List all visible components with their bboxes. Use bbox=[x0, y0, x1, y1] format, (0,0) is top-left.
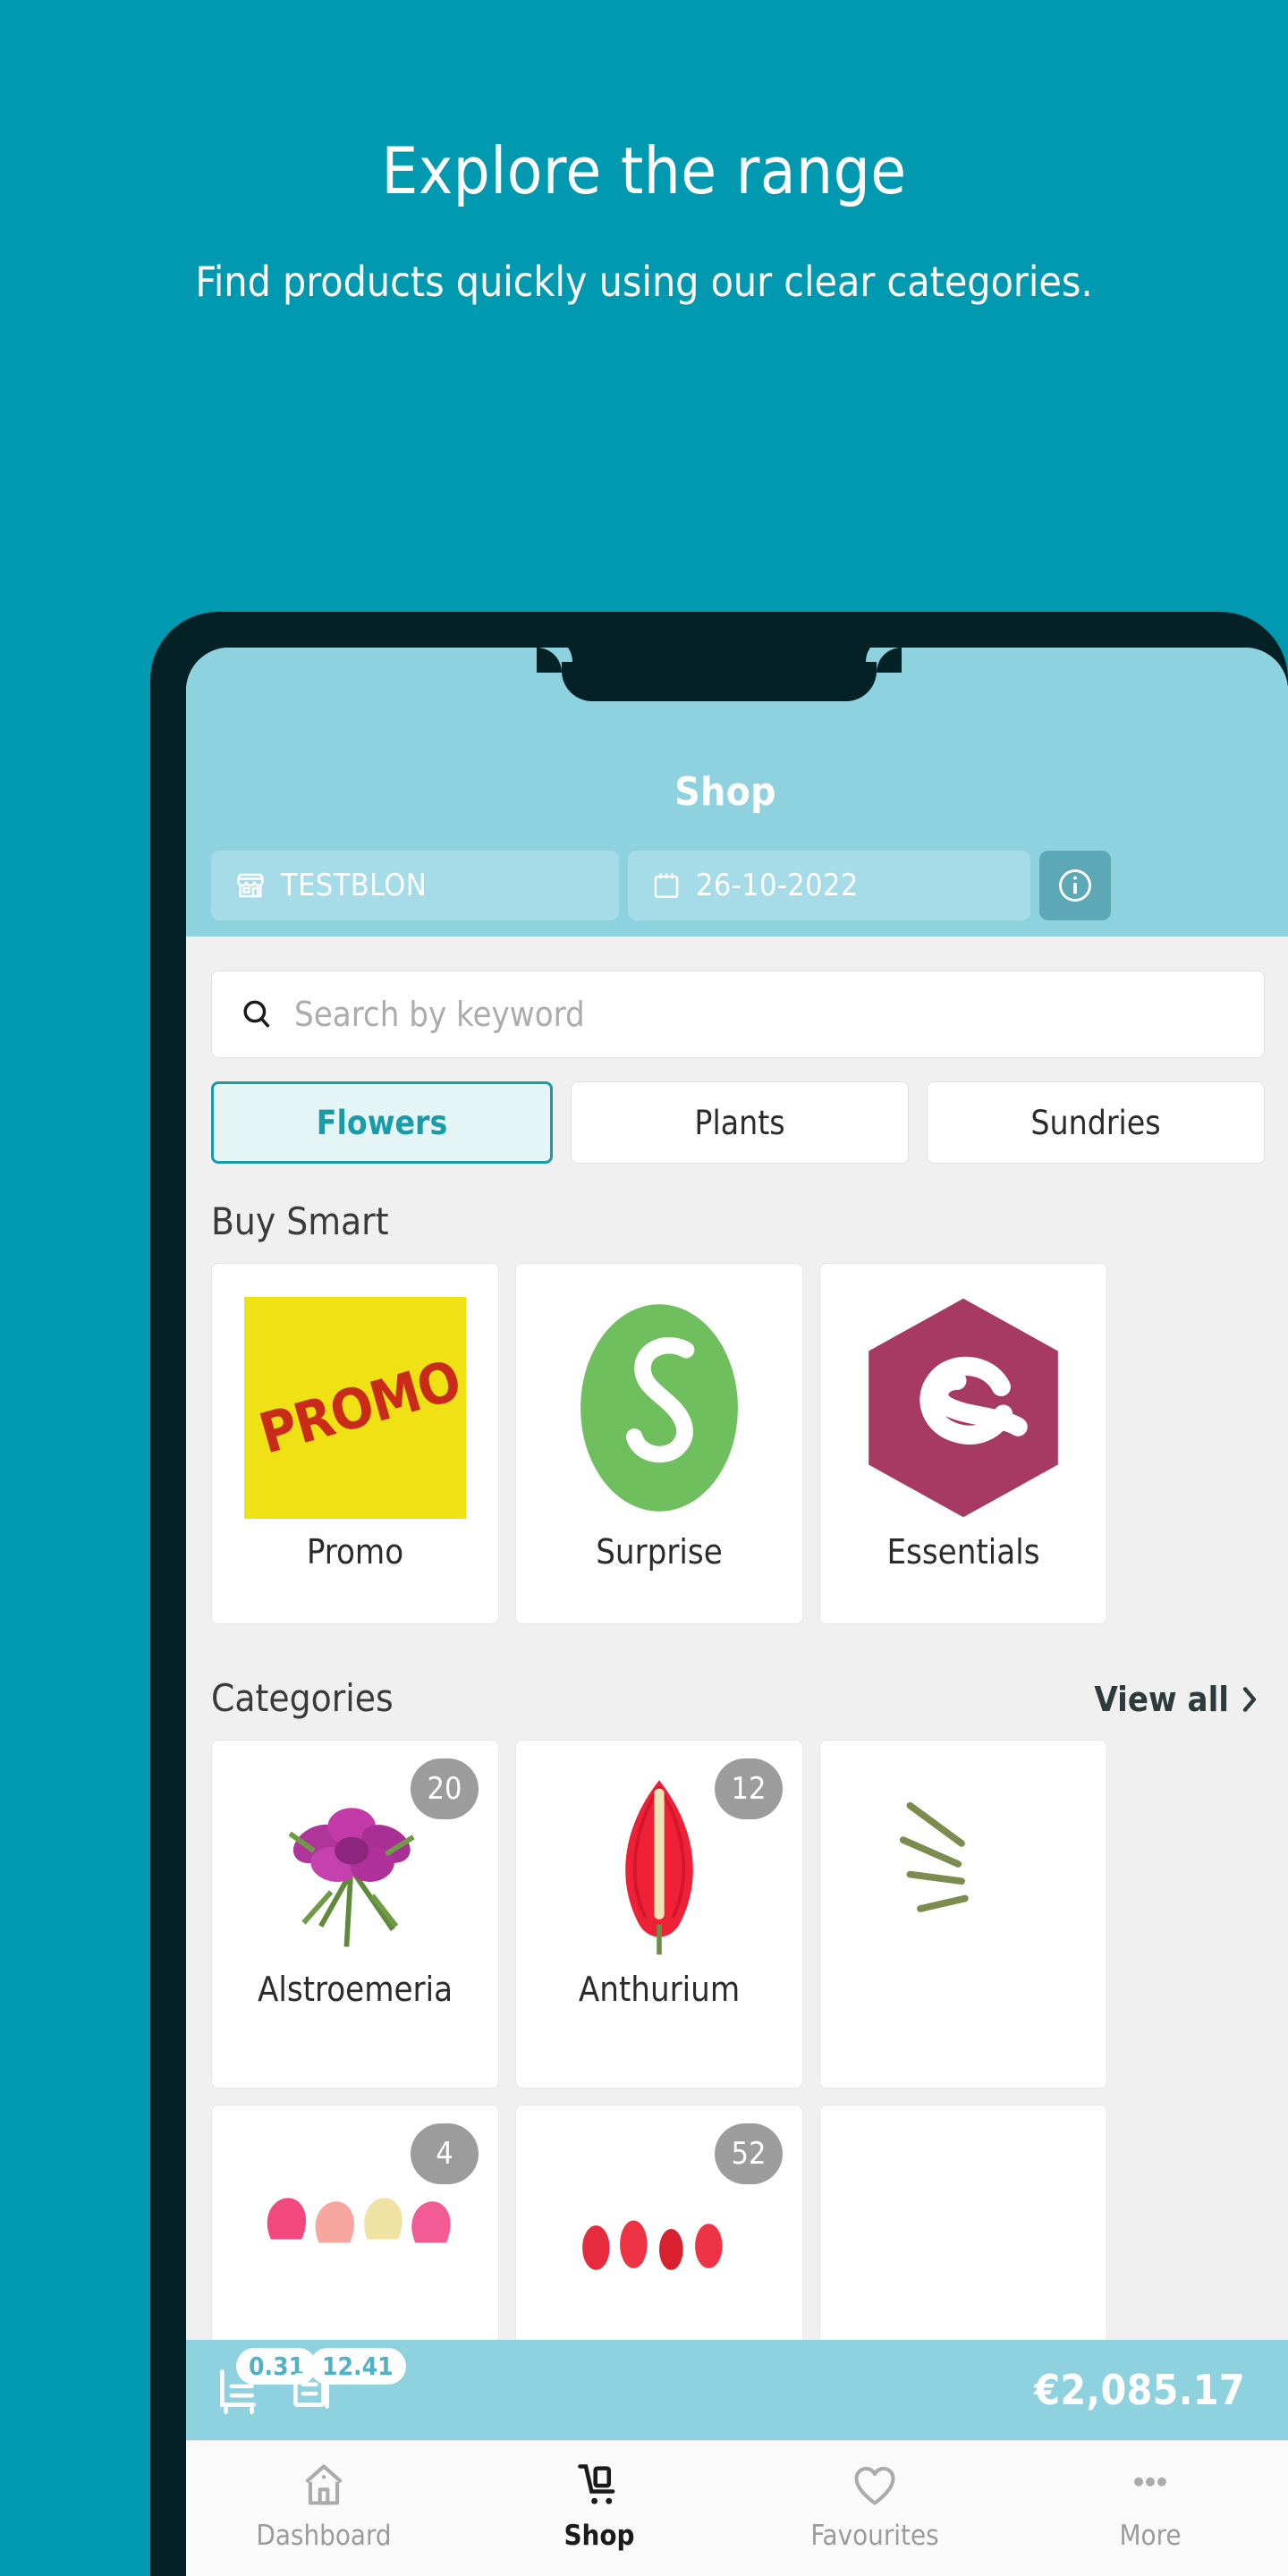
context-info-bar: TESTBLON 26-10-2022 bbox=[186, 851, 1288, 920]
category-card[interactable]: 12 Anthurium bbox=[515, 1740, 803, 2089]
search-icon bbox=[239, 996, 275, 1032]
promo-artwork: PROMO bbox=[244, 1287, 466, 1529]
search-section: Search by keyword bbox=[186, 936, 1288, 1058]
promo-tile-icon: PROMO bbox=[244, 1297, 466, 1519]
phone-notch bbox=[537, 648, 902, 701]
cart-total: €2,085.17 bbox=[1034, 2366, 1245, 2414]
category-type-tabs: Flowers Plants Sundries bbox=[186, 1058, 1288, 1164]
surprise-logo-icon bbox=[553, 1296, 766, 1520]
category-card[interactable] bbox=[819, 1740, 1107, 2089]
tab-sundries[interactable]: Sundries bbox=[927, 1081, 1265, 1164]
phone-frame: Shop TESTBLON 26-10-2022 Search by keywo… bbox=[150, 612, 1288, 2576]
nav-item-more[interactable]: More bbox=[1013, 2461, 1288, 2552]
buy-smart-header: Buy Smart bbox=[186, 1164, 1288, 1243]
cart-summary-bar[interactable]: 0.31 12.41 €2,085.17 bbox=[186, 2340, 1288, 2440]
phone-mockup: Shop TESTBLON 26-10-2022 Search by keywo… bbox=[150, 612, 1288, 2576]
greenery-photo bbox=[820, 1741, 1106, 1964]
buy-smart-card-surprise[interactable]: Surprise bbox=[515, 1263, 803, 1624]
storefront-icon bbox=[234, 869, 267, 902]
selected-date: 26-10-2022 bbox=[696, 868, 859, 903]
cart-icon bbox=[574, 2461, 624, 2511]
buy-smart-card-promo[interactable]: PROMO Promo bbox=[211, 1263, 499, 1624]
store-name: TESTBLON bbox=[281, 868, 428, 903]
view-all-link[interactable]: View all bbox=[1094, 1680, 1261, 1719]
buy-smart-card-essentials[interactable]: Essentials bbox=[819, 1263, 1107, 1624]
store-selector[interactable]: TESTBLON bbox=[211, 851, 619, 920]
phone-screen: Shop TESTBLON 26-10-2022 Search by keywo… bbox=[186, 648, 1288, 2576]
tab-plants[interactable]: Plants bbox=[571, 1081, 909, 1164]
category-count-badge: 4 bbox=[411, 2123, 479, 2184]
date-selector[interactable]: 26-10-2022 bbox=[628, 851, 1030, 920]
app-content: Search by keyword Flowers Plants Sundrie… bbox=[186, 936, 1288, 2457]
essentials-artwork bbox=[852, 1287, 1075, 1529]
category-count-badge: 20 bbox=[411, 1758, 479, 1819]
tab-flowers[interactable]: Flowers bbox=[211, 1081, 553, 1164]
cart-stats: 0.31 12.41 bbox=[211, 2348, 406, 2416]
info-circle-icon bbox=[1055, 866, 1095, 905]
buy-smart-carousel[interactable]: PROMO Promo Surprise Essentials bbox=[186, 1243, 1288, 1624]
category-count-badge: 12 bbox=[715, 1758, 783, 1819]
bottom-navigation: Dashboard Shop Favourites More bbox=[186, 2440, 1288, 2576]
category-card[interactable]: 20 Alstroemeria bbox=[211, 1740, 499, 2089]
promo-headline: Explore the range bbox=[381, 133, 907, 208]
nav-item-favourites[interactable]: Favourites bbox=[737, 2461, 1013, 2552]
buy-smart-label: Surprise bbox=[596, 1532, 723, 1572]
category-name: Anthurium bbox=[578, 1970, 741, 2009]
ellipsis-icon bbox=[1125, 2461, 1175, 2511]
calendar-icon bbox=[651, 870, 682, 901]
chevron-right-icon bbox=[1238, 1686, 1261, 1713]
categories-title: Categories bbox=[211, 1676, 394, 1720]
search-placeholder: Search by keyword bbox=[294, 995, 585, 1034]
nav-label: Shop bbox=[564, 2520, 635, 2552]
view-all-label: View all bbox=[1094, 1680, 1229, 1719]
promo-subhead: Find products quickly using our clear ca… bbox=[195, 257, 1093, 306]
buy-smart-label: Essentials bbox=[886, 1532, 1040, 1572]
nav-item-shop[interactable]: Shop bbox=[462, 2461, 737, 2552]
nav-label: Favourites bbox=[810, 2520, 939, 2552]
nav-item-dashboard[interactable]: Dashboard bbox=[186, 2461, 462, 2552]
essentials-logo-icon bbox=[852, 1294, 1075, 1521]
category-count-badge: 52 bbox=[715, 2123, 783, 2184]
info-button[interactable] bbox=[1039, 851, 1111, 920]
categories-header: Categories View all bbox=[186, 1624, 1288, 1720]
trolley-stat[interactable]: 0.31 bbox=[211, 2348, 318, 2416]
category-name: Alstroemeria bbox=[257, 1970, 453, 2009]
promo-header: Explore the range Find products quickly … bbox=[0, 0, 1288, 311]
promo-tile-label: PROMO bbox=[252, 1346, 466, 1467]
nav-label: More bbox=[1119, 2520, 1182, 2552]
surprise-artwork bbox=[553, 1287, 766, 1529]
boxes-stat[interactable]: 12.41 bbox=[284, 2348, 406, 2416]
home-icon bbox=[299, 2461, 349, 2511]
buy-smart-title: Buy Smart bbox=[211, 1199, 389, 1243]
heart-icon bbox=[850, 2461, 900, 2511]
nav-label: Dashboard bbox=[256, 2520, 392, 2552]
blank-photo bbox=[820, 2106, 1106, 2329]
boxes-value: 12.41 bbox=[309, 2348, 406, 2385]
search-input[interactable]: Search by keyword bbox=[211, 970, 1265, 1058]
buy-smart-label: Promo bbox=[306, 1532, 404, 1572]
